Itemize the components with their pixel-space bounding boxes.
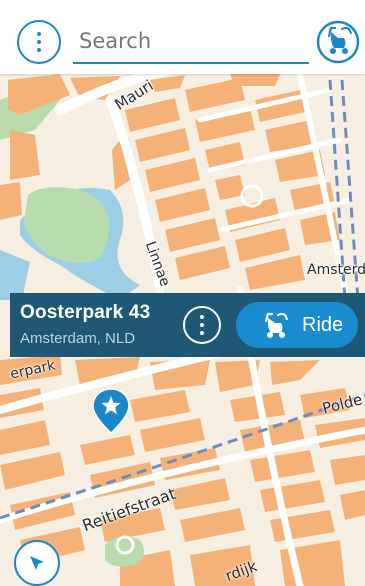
street-label-amsterda: Amsterda — [307, 262, 365, 278]
star-pin-icon[interactable] — [91, 387, 131, 435]
navigation-arrow-icon — [30, 556, 44, 570]
search-input[interactable] — [73, 22, 309, 60]
destination-panel[interactable]: Oosterpark 43 Amsterdam, NLD Ride — [10, 293, 365, 357]
ride-button[interactable]: Ride — [236, 302, 358, 348]
travel-mode-button[interactable] — [316, 16, 360, 64]
ride-label: Ride — [302, 313, 344, 336]
scooter-icon — [264, 312, 288, 338]
map-screen: Mauri Linnae Amsterda erpark Polde Reiti… — [0, 0, 365, 586]
destination-city: Amsterdam, NLD — [20, 330, 136, 347]
search-box[interactable] — [73, 22, 309, 64]
current-location-button[interactable] — [14, 540, 60, 586]
main-menu-button[interactable] — [17, 20, 61, 64]
more-vertical-icon — [200, 315, 204, 335]
destination-more-button[interactable] — [183, 306, 221, 344]
top-bar — [0, 0, 365, 74]
more-vertical-icon — [37, 32, 41, 52]
destination-name: Oosterpark 43 — [20, 302, 151, 323]
